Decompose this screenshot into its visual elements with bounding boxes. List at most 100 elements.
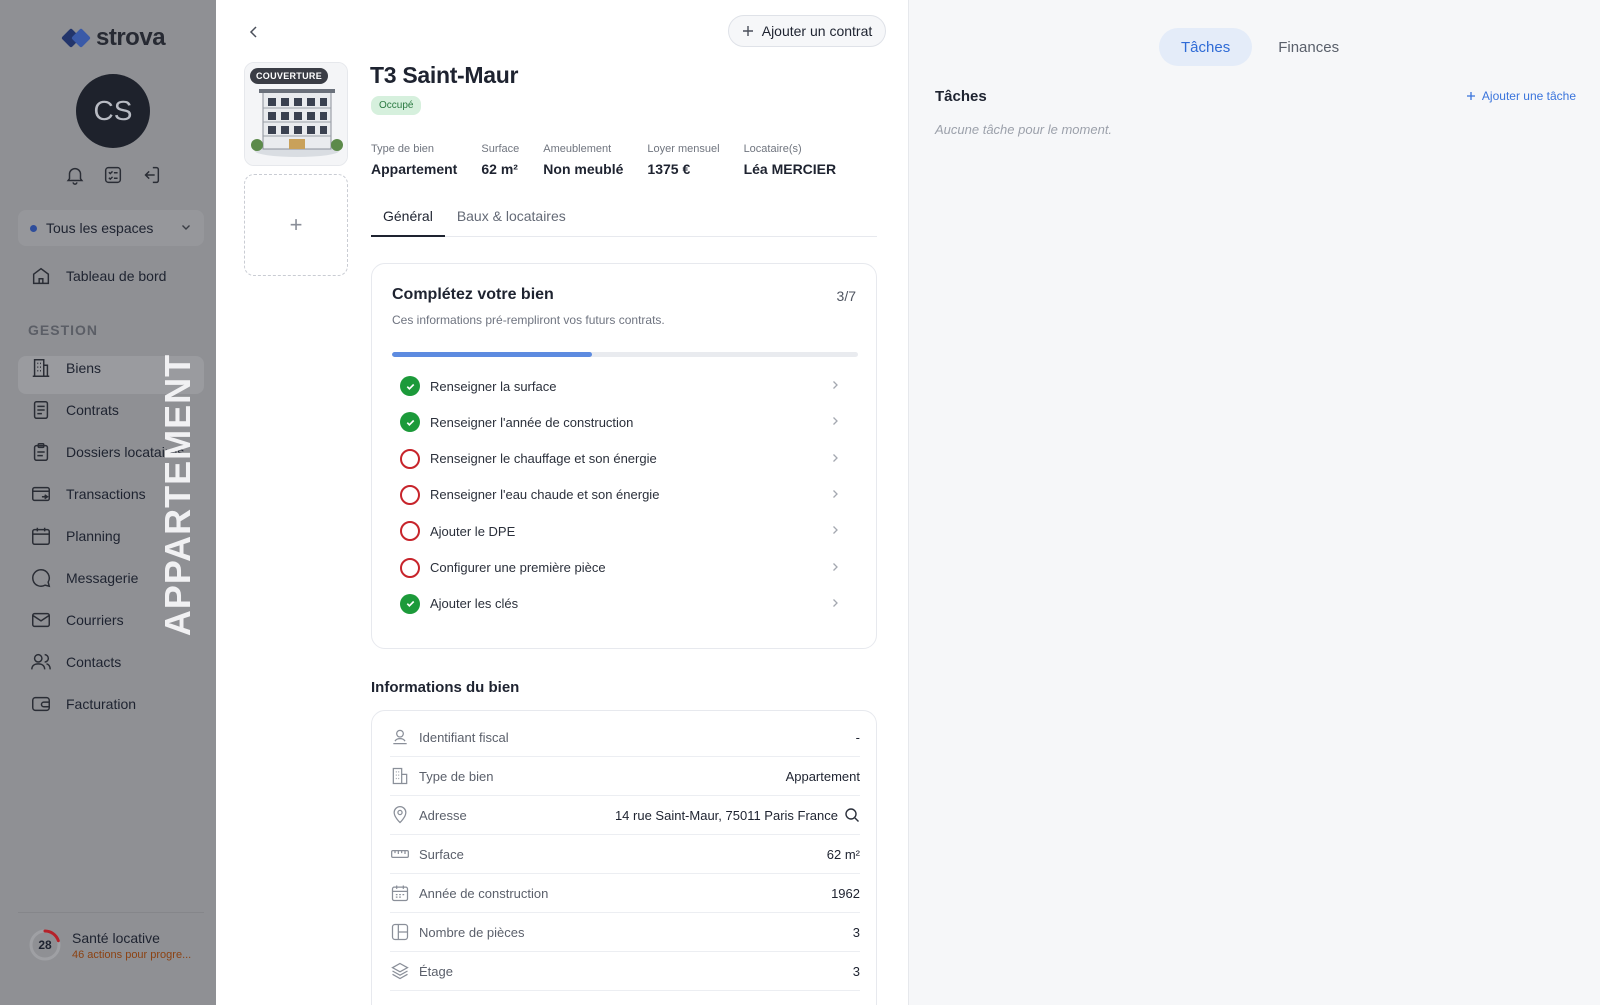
- calendar-icon: [32, 527, 50, 545]
- billing-icon: [32, 696, 50, 712]
- page-title: T3 Saint-Maur: [370, 62, 519, 88]
- sidebar-item-courriers[interactable]: Courriers: [30, 608, 124, 632]
- chevron-right-icon: [833, 381, 838, 389]
- check-done-icon: [400, 593, 420, 614]
- info-value: -: [855, 729, 860, 745]
- section-label: GESTION: [28, 322, 99, 338]
- calendar-icon: [391, 885, 409, 902]
- info-row-surface[interactable]: Surface 62 m²: [390, 835, 860, 874]
- info-label: Année de construction: [419, 885, 549, 901]
- sidebar-item-facturation[interactable]: Facturation: [30, 692, 136, 716]
- building-icon: [32, 359, 50, 377]
- avatar[interactable]: CS: [76, 74, 150, 148]
- checklist-item[interactable]: Configurer une première pièce: [400, 556, 840, 580]
- fact-value: 1375 €: [647, 161, 691, 177]
- sidebar-item-label: Planning: [66, 528, 121, 544]
- sidebar-item-transactions[interactable]: Transactions: [30, 482, 146, 506]
- rental-health-widget[interactable]: 28 Santé locative 46 actions pour progre…: [28, 928, 191, 962]
- checklist-item-label: Renseigner la surface: [430, 378, 557, 394]
- checklist-item[interactable]: Renseigner l'eau chaude et son énergie: [400, 483, 840, 507]
- plus-icon: +: [289, 212, 303, 237]
- sidebar-item-dashboard[interactable]: Tableau de bord: [30, 264, 166, 288]
- checklist-item[interactable]: Renseigner le chauffage et son énergie: [400, 447, 840, 471]
- fact-label: Locataire(s): [743, 143, 802, 155]
- tab-finances[interactable]: Finances: [1256, 28, 1361, 66]
- fact-type: Type de bien Appartement: [371, 143, 457, 177]
- sidebar: strova CS Tous les espaces Tableau de bo…: [0, 0, 216, 1005]
- plus-icon: [1466, 92, 1475, 100]
- add-contract-label: Ajouter un contrat: [761, 23, 873, 39]
- property-tabs: Général Baux & locataires: [371, 200, 877, 237]
- logo[interactable]: strova: [61, 24, 166, 52]
- search-icon[interactable]: [844, 807, 860, 823]
- fact-label: Loyer mensuel: [647, 143, 720, 155]
- fact-label: Surface: [481, 143, 520, 155]
- space-selector[interactable]: Tous les espaces: [18, 210, 204, 246]
- sidebar-item-contacts[interactable]: Contacts: [30, 650, 121, 674]
- health-title: Santé locative: [72, 929, 160, 946]
- cover-photo[interactable]: COUVERTURE: [244, 62, 348, 166]
- sidebar-item-label: Contacts: [66, 654, 122, 670]
- contacts-icon: [31, 653, 51, 670]
- tab-leases-tenants[interactable]: Baux & locataires: [445, 200, 578, 236]
- chevron-right-icon: [833, 526, 838, 535]
- logout-icon[interactable]: [140, 164, 164, 188]
- info-value: 14 rue Saint-Maur, 75011 Paris France: [614, 807, 838, 823]
- info-row-address[interactable]: Adresse 14 rue Saint-Maur, 75011 Paris F…: [390, 796, 860, 835]
- location-pin-icon: [393, 806, 407, 824]
- layers-icon: [391, 962, 409, 980]
- add-photo-button[interactable]: +: [244, 174, 348, 276]
- add-task-button[interactable]: Ajouter une tâche: [1466, 89, 1576, 103]
- back-button[interactable]: [244, 22, 264, 42]
- checklist-item[interactable]: Ajouter les clés: [400, 592, 840, 616]
- info-value: 3: [852, 924, 860, 940]
- checklist-item[interactable]: Renseigner la surface: [400, 374, 840, 398]
- sidebar-item-planning[interactable]: Planning: [30, 524, 121, 548]
- tab-general[interactable]: Général: [371, 200, 445, 237]
- checklist-item-label: Renseigner l'année de construction: [430, 414, 634, 430]
- info-value: 1962: [831, 885, 860, 901]
- space-selector-label: Tous les espaces: [46, 220, 154, 236]
- info-label: Étage: [419, 963, 453, 979]
- fact-rent: Loyer mensuel 1375 €: [647, 143, 719, 177]
- chevron-left-icon: [249, 26, 257, 38]
- checklist-icon[interactable]: [102, 164, 126, 188]
- property-detail-panel: Ajouter un contrat COUVERTURE + T3 Saint…: [216, 0, 908, 1005]
- checklist-item[interactable]: Renseigner l'année de construction: [400, 410, 840, 434]
- address-value: 14 rue Saint-Maur, 75011 Paris France: [615, 807, 860, 823]
- info-row-fiscal-id[interactable]: Identifiant fiscal -: [390, 718, 860, 757]
- info-label: Nombre de pièces: [419, 924, 525, 940]
- info-label: Surface: [419, 846, 464, 862]
- tab-tasks[interactable]: Tâches: [1159, 28, 1253, 66]
- plus-icon: [742, 26, 753, 36]
- fiscal-id-icon: [393, 729, 407, 745]
- check-done-icon: [400, 412, 420, 433]
- info-row-year[interactable]: Année de construction 1962: [390, 874, 860, 913]
- chevron-right-icon: [833, 598, 838, 607]
- fact-value: Appartement: [371, 161, 458, 177]
- fact-furnishing: Ameublement Non meublé: [543, 143, 623, 177]
- fact-tenants: Locataire(s) Léa MERCIER: [744, 143, 837, 177]
- completion-card: Complétez votre bien 3/7 Ces information…: [371, 263, 877, 649]
- bell-icon[interactable]: [64, 164, 88, 188]
- home-icon: [32, 267, 50, 285]
- info-row-floor[interactable]: Étage 3: [390, 952, 860, 991]
- chevron-down-icon: [182, 225, 190, 230]
- sidebar-item-contrats[interactable]: Contrats: [30, 398, 119, 422]
- checklist-item[interactable]: Ajouter le DPE: [400, 519, 840, 543]
- check-todo-icon: [400, 484, 420, 505]
- check-todo-icon: [400, 521, 420, 542]
- info-row-type[interactable]: Type de bien Appartement: [390, 757, 860, 796]
- sidebar-item-biens[interactable]: Biens: [30, 356, 101, 380]
- add-contract-button[interactable]: Ajouter un contrat: [728, 15, 886, 47]
- chat-icon: [32, 569, 51, 588]
- info-section-title: Informations du bien: [371, 679, 520, 696]
- info-row-rooms[interactable]: Nombre de pièces 3: [390, 913, 860, 952]
- fact-label: Ameublement: [543, 143, 612, 155]
- sidebar-item-label: Courriers: [66, 612, 124, 628]
- tasks-title: Tâches: [935, 88, 987, 105]
- completion-count: 3/7: [836, 288, 856, 304]
- sidebar-item-messagerie[interactable]: Messagerie: [30, 566, 138, 590]
- completion-progress-bar: [392, 352, 858, 357]
- property-type-watermark: APPARTEMENT: [157, 353, 198, 637]
